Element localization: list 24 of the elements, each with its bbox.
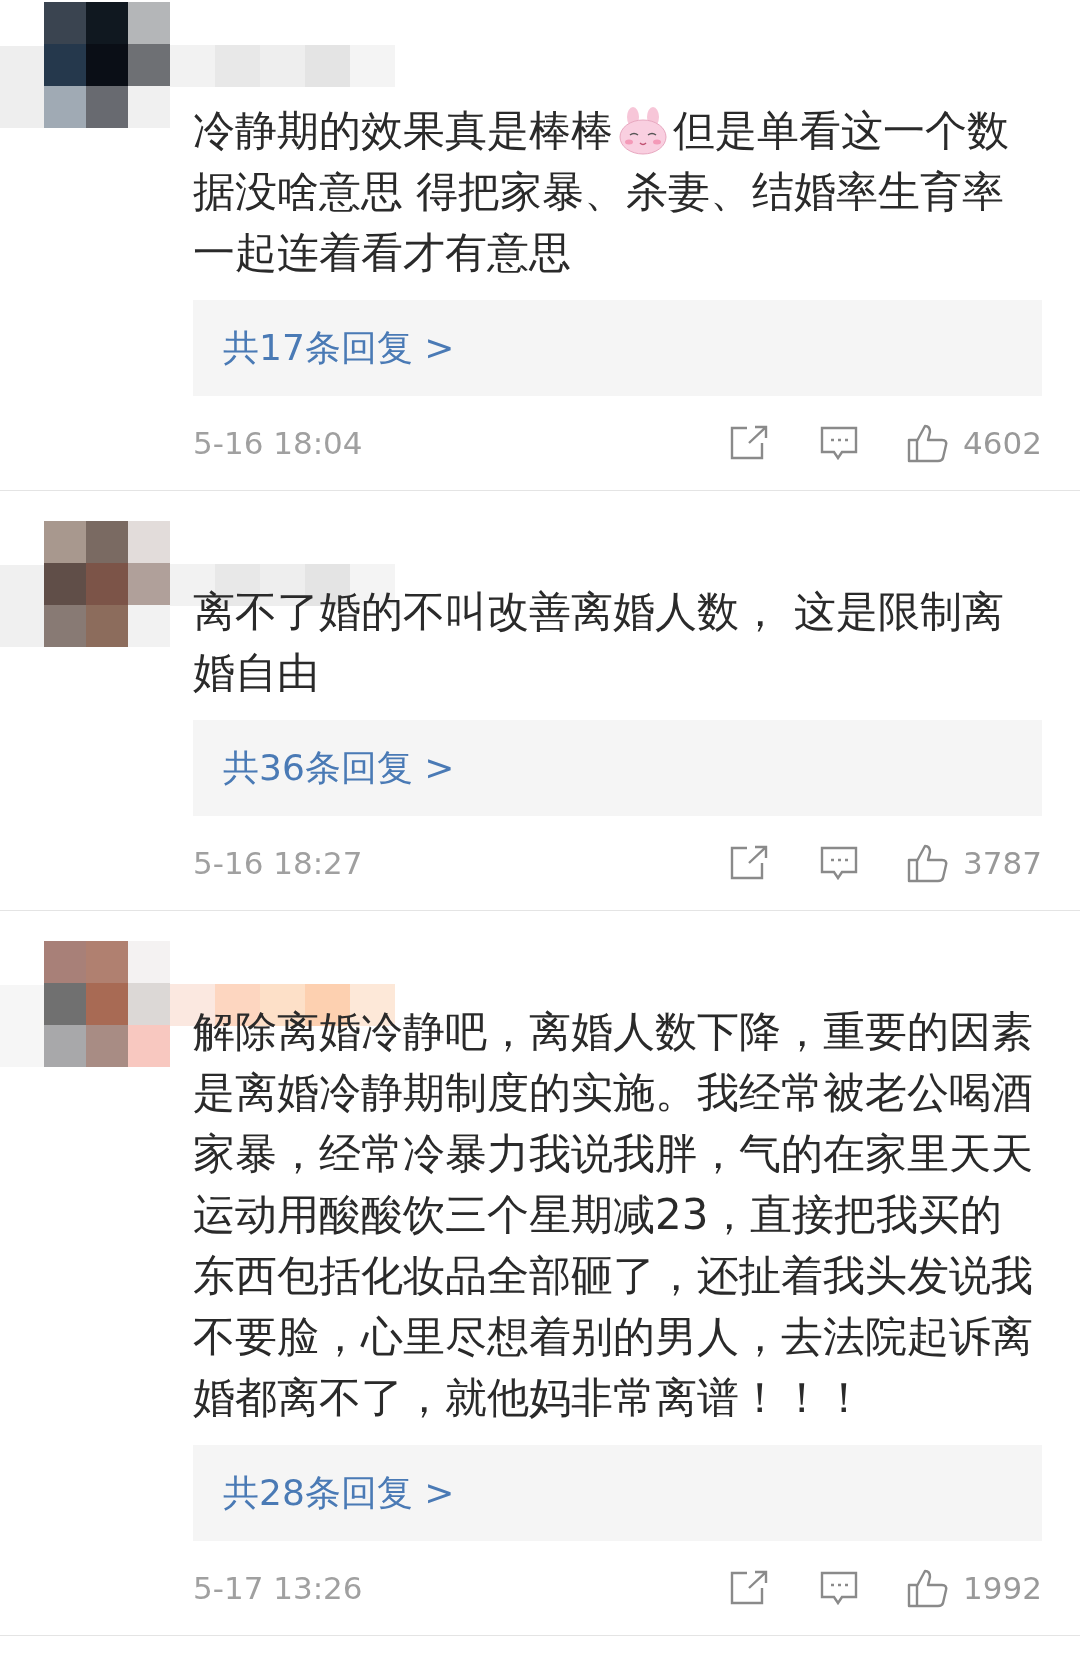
like-button[interactable]: 3787	[907, 843, 1042, 883]
share-icon[interactable]	[729, 425, 770, 461]
comment-text: 冷静期的效果真是棒棒	[193, 106, 613, 155]
comment-text: 据没啥意思 得把家暴、杀妻、结婚率生育率一起连着看才有意思	[193, 166, 1006, 279]
comment-text: 解除离婚冷静吧，离婚人数下降，重要的因素是离婚冷静期制度的实施。我经常被老公喝酒家暴，经常冷暴力我说我胖，气的在家里天天运动用酸酸饮三个星期减23，直接把我买的东西包括化妆品全部砸了，还扯着我头发说我不要脸，心里尽想着别的男人，去法院起诉离婚都离不了，就他妈非常离谱！！！	[193, 1007, 1033, 1422]
share-icon[interactable]	[729, 845, 770, 881]
comment-icon[interactable]	[819, 1570, 860, 1606]
replies-link[interactable]: 共36条回复 >	[193, 720, 1042, 816]
thumbs-up-icon	[907, 423, 950, 463]
comment-icon[interactable]	[819, 845, 860, 881]
comment-text: 离不了婚的不叫改善离婚人数， 这是限制离婚自由	[193, 587, 1005, 697]
replies-link[interactable]: 共28条回复 >	[193, 1445, 1042, 1541]
comment-time: 5-16 18:27	[193, 845, 364, 881]
comment-text: 但是单看这一个数	[673, 106, 1009, 155]
bunny-emoji-icon	[617, 107, 669, 155]
like-button[interactable]: 1992	[907, 1568, 1042, 1608]
replies-link[interactable]: 共17条回复 >	[193, 300, 1042, 396]
comment-icon[interactable]	[819, 425, 860, 461]
thumbs-up-icon	[907, 1568, 950, 1608]
like-button[interactable]: 4602	[907, 423, 1042, 463]
comment-time: 5-17 13:26	[193, 1570, 364, 1606]
share-icon[interactable]	[729, 1570, 770, 1606]
comment-time: 5-16 18:04	[193, 425, 364, 461]
thumbs-up-icon	[907, 843, 950, 883]
